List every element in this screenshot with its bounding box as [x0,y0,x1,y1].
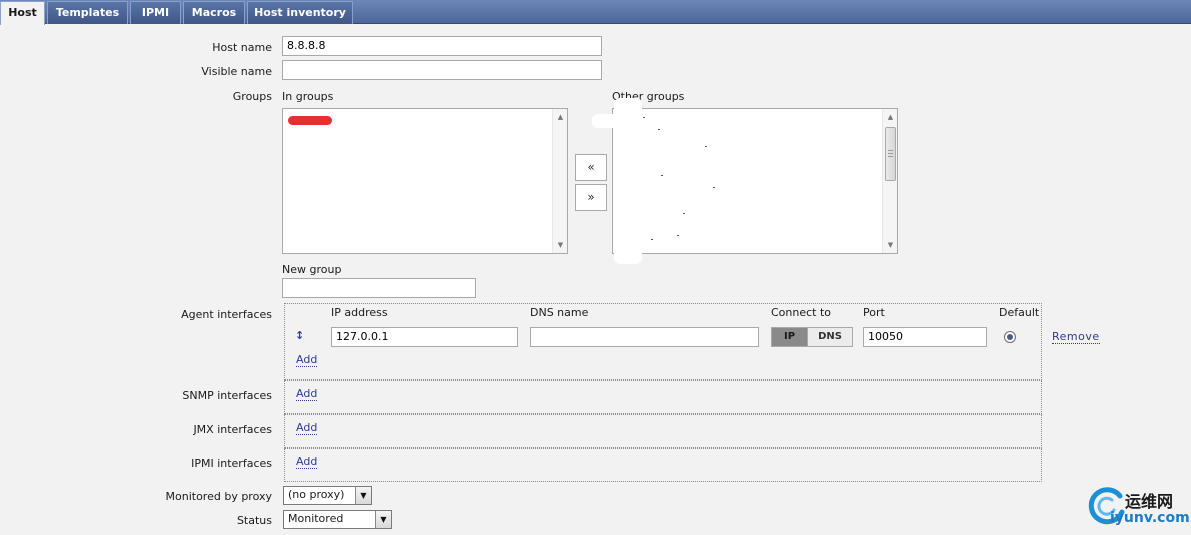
in-groups-scrollbar[interactable]: ▲ ▼ [552,109,567,253]
groups-label: Groups [232,90,272,103]
scroll-down-icon[interactable]: ▼ [883,238,898,252]
agent-ip-input[interactable]: 127.0.0.1 [331,327,518,347]
snmp-interfaces-label: SNMP interfaces [182,389,272,402]
status-select-value: Monitored [288,512,344,525]
move-right-button[interactable]: » [575,184,607,211]
dns-name-header: DNS name [530,306,589,319]
snmp-interfaces-box [284,380,1042,414]
tab-bar: Host Templates IPMI Macros Host inventor… [0,0,1191,25]
tab-host-inventory[interactable]: Host inventory [247,1,353,24]
visible-name-input[interactable] [282,60,602,80]
host-name-input[interactable]: 8.8.8.8 [282,36,602,56]
connect-to-header: Connect to [771,306,832,319]
tab-templates[interactable]: Templates [47,1,128,24]
move-left-button[interactable]: « [575,154,607,181]
drag-handle-icon[interactable]: ↕ [295,329,304,342]
visible-name-label: Visible name [201,65,272,78]
agent-dns-input[interactable] [530,327,759,347]
tab-ipmi[interactable]: IPMI [130,1,181,24]
redacted-group-item[interactable] [288,116,332,125]
redaction-mark [614,98,642,264]
agent-port-input[interactable]: 10050 [863,327,987,347]
add-jmx-interface-link[interactable]: Add [296,422,318,435]
scroll-thumb[interactable] [885,127,896,181]
ipmi-interfaces-box [284,448,1042,482]
host-name-label: Host name [212,41,272,54]
chevron-down-icon[interactable]: ▼ [355,487,371,504]
connect-ip-toggle[interactable]: IP [771,327,808,347]
status-label: Status [236,514,272,527]
tab-macros[interactable]: Macros [183,1,245,24]
remove-interface-link[interactable]: Remove [1052,331,1100,344]
proxy-select-value: (no proxy) [288,488,345,501]
status-select[interactable]: Monitored ▼ [283,510,392,529]
jmx-interfaces-label: JMX interfaces [193,423,272,436]
add-snmp-interface-link[interactable]: Add [296,388,318,401]
ip-address-header: IP address [331,306,388,319]
other-groups-list[interactable]: ▲ ▼ [612,108,898,254]
proxy-select[interactable]: (no proxy) ▼ [283,486,372,505]
agent-interfaces-label: Agent interfaces [181,308,272,321]
ipmi-interfaces-label: IPMI interfaces [191,457,272,470]
chevron-down-icon[interactable]: ▼ [375,511,391,528]
add-ipmi-interface-link[interactable]: Add [296,456,318,469]
monitored-by-proxy-label: Monitored by proxy [165,490,272,503]
scroll-up-icon[interactable]: ▲ [883,110,898,124]
connect-dns-toggle[interactable]: DNS [807,327,853,347]
in-groups-list[interactable]: ▲ ▼ [282,108,568,254]
new-group-input[interactable] [282,278,476,298]
tab-host[interactable]: Host [0,1,45,25]
in-groups-label: In groups [282,90,334,103]
other-groups-scrollbar[interactable]: ▲ ▼ [882,109,897,253]
new-group-label: New group [282,263,342,276]
watermark-cn-text: 运维网 [1125,492,1174,511]
jmx-interfaces-box [284,414,1042,448]
add-agent-interface-link[interactable]: Add [296,354,318,367]
scroll-up-icon[interactable]: ▲ [553,110,568,124]
watermark-domain-text: iyunv.com [1110,510,1190,526]
scroll-down-icon[interactable]: ▼ [553,238,568,252]
default-radio[interactable] [1004,331,1016,343]
default-header: Default [999,306,1040,319]
port-header: Port [863,306,885,319]
